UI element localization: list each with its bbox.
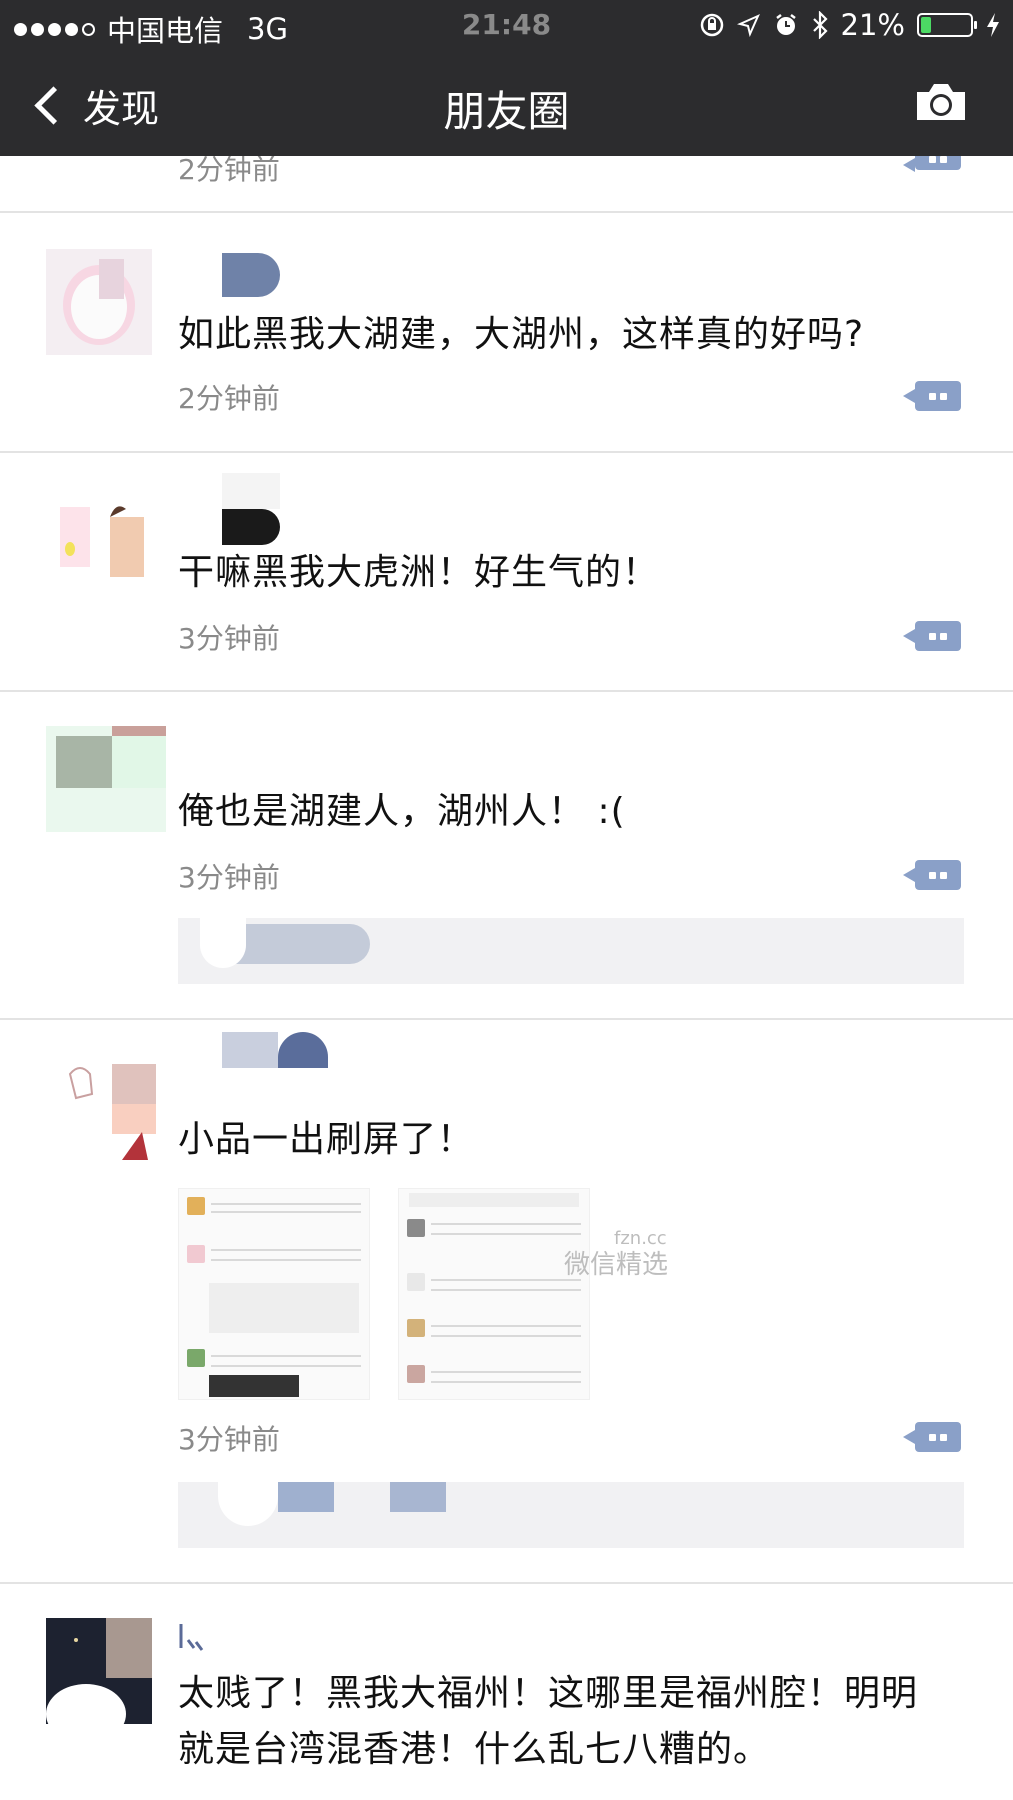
- author-name-part: [278, 1032, 328, 1068]
- camera-icon: [917, 84, 965, 120]
- author-name[interactable]: [178, 1620, 208, 1656]
- camera-button[interactable]: [913, 80, 969, 128]
- post-content: 就是台湾混香港！什么乱七八糟的。: [178, 1729, 771, 1770]
- divider: [0, 1582, 1013, 1584]
- likes-box[interactable]: [178, 1482, 964, 1548]
- post-content: 如此黑我大湖建，大湖州，这样真的好吗?: [178, 314, 865, 355]
- post-content: 俺也是湖建人，湖州人！ :(: [178, 791, 626, 832]
- author-name[interactable]: [222, 1032, 278, 1068]
- battery-fill: [921, 17, 931, 33]
- like-blur: [218, 1482, 278, 1526]
- post-content: 小品一出刷屏了！: [178, 1119, 475, 1160]
- post-time: 3分钟前: [178, 1423, 280, 1456]
- battery-percent: 21%: [840, 8, 905, 42]
- comment-button[interactable]: [903, 1422, 961, 1452]
- author-name[interactable]: [222, 253, 280, 297]
- author-name-part: [222, 509, 280, 545]
- divider: [0, 211, 1013, 213]
- likes-box[interactable]: [178, 918, 964, 984]
- rotation-lock-icon: [700, 13, 723, 37]
- divider: [0, 451, 1013, 453]
- post-time: 3分钟前: [178, 622, 280, 655]
- nav-bar: 发现 朋友圈: [0, 52, 1013, 156]
- post-time: 2分钟前: [178, 382, 280, 415]
- avatar[interactable]: [46, 487, 152, 593]
- location-icon: [736, 14, 760, 37]
- watermark-url: fzn.cc: [614, 1228, 667, 1249]
- post-image[interactable]: [398, 1188, 590, 1400]
- status-bar: 中国电信 3G 21:48 21%: [0, 0, 1013, 52]
- status-right: 21%: [699, 8, 1001, 42]
- post-time: 3分钟前: [178, 861, 280, 894]
- bluetooth-icon: [812, 11, 828, 39]
- post-content: 太贱了！黑我大福州！这哪里是福州腔！明明: [178, 1673, 919, 1714]
- page-title: 朋友圈: [443, 87, 570, 136]
- liker-name[interactable]: [278, 1482, 334, 1512]
- watermark-text: 微信精选: [564, 1250, 669, 1280]
- comment-button[interactable]: [903, 621, 961, 651]
- avatar[interactable]: [46, 1054, 156, 1160]
- avatar[interactable]: [46, 249, 152, 355]
- charging-icon: [987, 13, 999, 37]
- post-content: 干嘛黑我大虎洲！好生气的！: [178, 552, 660, 593]
- battery-icon: [917, 13, 977, 37]
- divider: [0, 690, 1013, 692]
- watermark: fzn.cc 微信精选: [564, 1226, 668, 1278]
- like-blur: [200, 918, 246, 968]
- avatar[interactable]: [46, 1618, 152, 1724]
- divider: [0, 1018, 1013, 1020]
- liker-name[interactable]: [390, 1482, 446, 1512]
- avatar[interactable]: [46, 726, 166, 832]
- author-name[interactable]: [222, 473, 280, 509]
- comment-button[interactable]: [903, 381, 961, 411]
- comment-button[interactable]: [903, 860, 961, 890]
- alarm-icon: [775, 14, 796, 35]
- post-image[interactable]: [178, 1188, 370, 1400]
- post-images: [178, 1188, 678, 1408]
